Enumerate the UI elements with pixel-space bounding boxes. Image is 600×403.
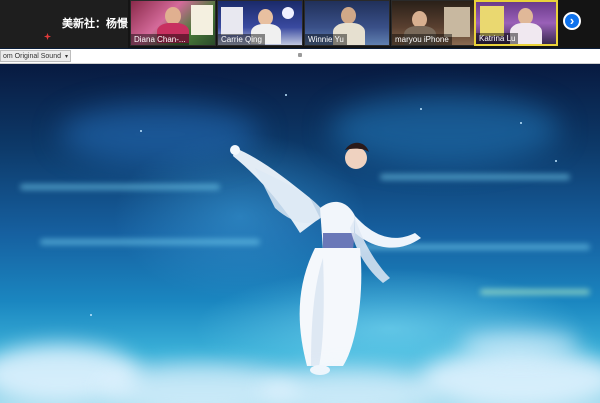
participant-tile[interactable]: Diana Chan-... xyxy=(130,0,216,46)
participant-video xyxy=(221,7,243,35)
control-bar: om Original Sound ▾ xyxy=(0,49,600,64)
participant-name: maryou iPhone xyxy=(392,34,452,45)
participant-name: Carrie Qing xyxy=(218,34,265,45)
participant-tile[interactable]: Carrie Qing xyxy=(217,0,303,46)
stage-light xyxy=(480,289,590,295)
original-sound-label: om Original Sound xyxy=(3,53,61,60)
chevron-down-icon[interactable]: ▾ xyxy=(65,51,68,63)
participant-video xyxy=(282,7,294,19)
participant-name: Diana Chan-... xyxy=(131,34,189,45)
star xyxy=(285,94,287,96)
dancer-figure xyxy=(230,142,421,375)
star xyxy=(520,122,522,124)
drag-handle[interactable] xyxy=(298,53,302,57)
participant-tile-active[interactable]: Katrina Lu xyxy=(474,0,558,46)
star xyxy=(420,108,422,110)
star xyxy=(90,314,92,316)
original-sound-button[interactable]: om Original Sound ▾ xyxy=(0,50,71,62)
next-page-button[interactable]: › xyxy=(563,12,581,30)
participant-video xyxy=(191,5,213,35)
stage-light xyxy=(20,184,220,190)
presenter-name: 美新社：杨憬 xyxy=(62,18,128,30)
participant-video xyxy=(341,7,356,24)
participant-name: Katrina Lu xyxy=(476,33,519,44)
participant-tile[interactable]: Winnie Yu xyxy=(304,0,390,46)
person-icon xyxy=(43,32,52,41)
presenter-tile[interactable]: 美新社：杨憬 xyxy=(0,0,128,48)
participant-strip: 美新社：杨憬 Diana Chan-... Carrie Qing Winnie… xyxy=(0,0,600,48)
participant-video xyxy=(444,7,470,37)
participant-video xyxy=(480,6,504,36)
participant-tile[interactable]: maryou iPhone xyxy=(391,0,477,46)
star xyxy=(555,160,557,162)
stage-mist xyxy=(460,329,580,359)
shared-video xyxy=(0,64,600,403)
chevron-right-icon: › xyxy=(569,13,575,28)
participant-name: Winnie Yu xyxy=(305,34,347,45)
star xyxy=(140,130,142,132)
